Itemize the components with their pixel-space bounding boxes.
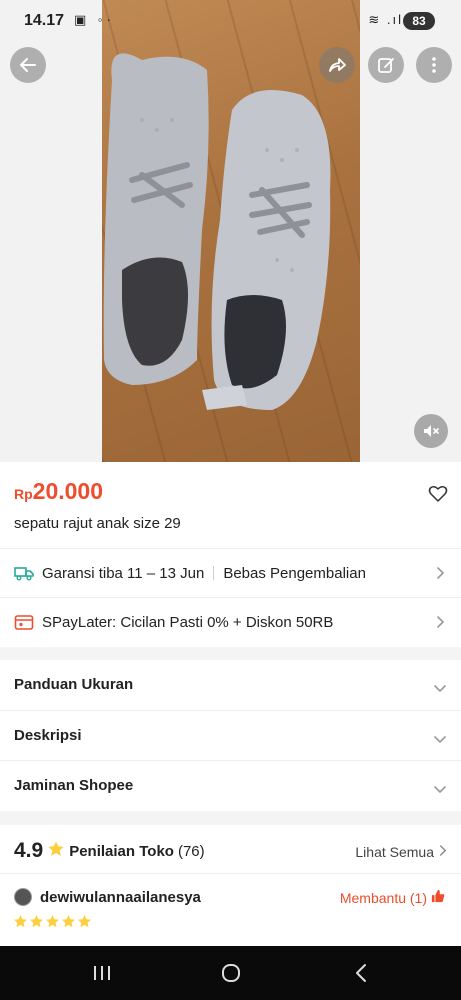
rating-count: (76) <box>177 842 205 860</box>
system-navigation-bar <box>0 946 461 1000</box>
back-button[interactable] <box>10 47 46 83</box>
accordion-label: Deskripsi <box>14 727 82 744</box>
divider <box>213 566 215 580</box>
star-icon <box>77 914 92 934</box>
reviewer-username: dewiwulannaailanesya <box>40 888 201 906</box>
star-icon <box>61 914 76 934</box>
product-price: Rp20.000 <box>14 478 103 505</box>
mute-button[interactable] <box>414 414 448 448</box>
chevron-right-icon <box>438 844 447 860</box>
star-icon <box>29 914 44 934</box>
back-chevron-icon <box>356 964 366 982</box>
accordion-shopee-guarantee[interactable]: Jaminan Shopee <box>0 760 461 811</box>
see-all-link[interactable]: Lihat Semua <box>355 844 447 860</box>
avatar <box>14 888 32 906</box>
helpful-button[interactable]: Membantu (1) <box>340 889 445 906</box>
thumbs-up-icon <box>431 889 445 906</box>
accordion-size-guide[interactable]: Panduan Ukuran <box>0 660 461 710</box>
edit-button[interactable] <box>368 47 404 83</box>
recent-apps-icon <box>94 966 110 980</box>
recent-apps-button[interactable] <box>87 960 117 986</box>
nav-back-button[interactable] <box>346 960 376 986</box>
product-info: Rp20.000 sepatu rajut anak size 29 Garan… <box>0 462 461 647</box>
accordion-label: Jaminan Shopee <box>14 777 134 794</box>
shop-reviews: 4.9 Penilaian Toko (76) Lihat Semua dewi… <box>0 825 461 946</box>
review-author: dewiwulannaailanesya <box>14 888 201 906</box>
price-currency: Rp <box>14 486 33 502</box>
star-icon <box>45 914 60 934</box>
home-icon <box>222 964 240 982</box>
chevron-down-icon <box>433 680 447 698</box>
more-button[interactable] <box>416 47 452 83</box>
star-icon <box>13 914 28 934</box>
more-vertical-icon <box>432 57 436 73</box>
product-title: sepatu rajut anak size 29 <box>14 515 181 532</box>
signal-icon: ≋ .ıl <box>368 12 403 27</box>
free-returns: Bebas Pengembalian <box>223 564 366 582</box>
edit-icon <box>378 58 394 73</box>
spaylater-icon <box>14 613 34 631</box>
price-amount: 20.000 <box>32 478 104 504</box>
shipping-guarantee: Garansi tiba 11 – 13 Jun <box>42 564 205 582</box>
accordion-label: Panduan Ukuran <box>14 676 134 693</box>
product-details: Panduan Ukuran Deskripsi Jaminan Shopee <box>0 660 461 811</box>
product-media[interactable]: 14.17 ▣ ◦· ≋ .ıl 83 <box>0 0 461 462</box>
rating-summary: 4.9 Penilaian Toko (76) <box>14 839 205 863</box>
truck-icon <box>14 565 34 581</box>
favorite-button[interactable] <box>428 484 448 509</box>
see-all-label: Lihat Semua <box>355 844 434 860</box>
rating-label: Penilaian Toko <box>69 842 174 860</box>
divider <box>0 873 461 874</box>
status-bar: 14.17 ▣ ◦· ≋ .ıl 83 <box>0 0 461 42</box>
review-stars <box>13 914 92 934</box>
spaylater-text: SPayLater: Cicilan Pasti 0% + Diskon 50R… <box>42 613 334 631</box>
arrow-left-icon <box>20 58 36 72</box>
chevron-right-icon <box>435 615 445 634</box>
status-notification-icons: ▣ ◦· <box>74 12 115 27</box>
battery-icon: 83 <box>403 12 435 30</box>
rating-score: 4.9 <box>14 839 44 862</box>
heart-icon <box>428 486 448 502</box>
chevron-down-icon <box>433 731 447 749</box>
share-button[interactable] <box>319 47 355 83</box>
volume-mute-icon <box>424 425 439 437</box>
home-button[interactable] <box>216 960 246 986</box>
status-time: 14.17 <box>24 12 65 29</box>
share-icon <box>329 58 346 72</box>
star-icon <box>47 840 65 863</box>
shipping-row[interactable]: Garansi tiba 11 – 13 Jun Bebas Pengembal… <box>0 548 461 597</box>
chevron-right-icon <box>435 566 445 585</box>
helpful-label: Membantu (1) <box>339 889 427 906</box>
chevron-down-icon <box>433 781 447 799</box>
spaylater-row[interactable]: SPayLater: Cicilan Pasti 0% + Diskon 50R… <box>0 597 461 646</box>
accordion-description[interactable]: Deskripsi <box>0 710 461 761</box>
